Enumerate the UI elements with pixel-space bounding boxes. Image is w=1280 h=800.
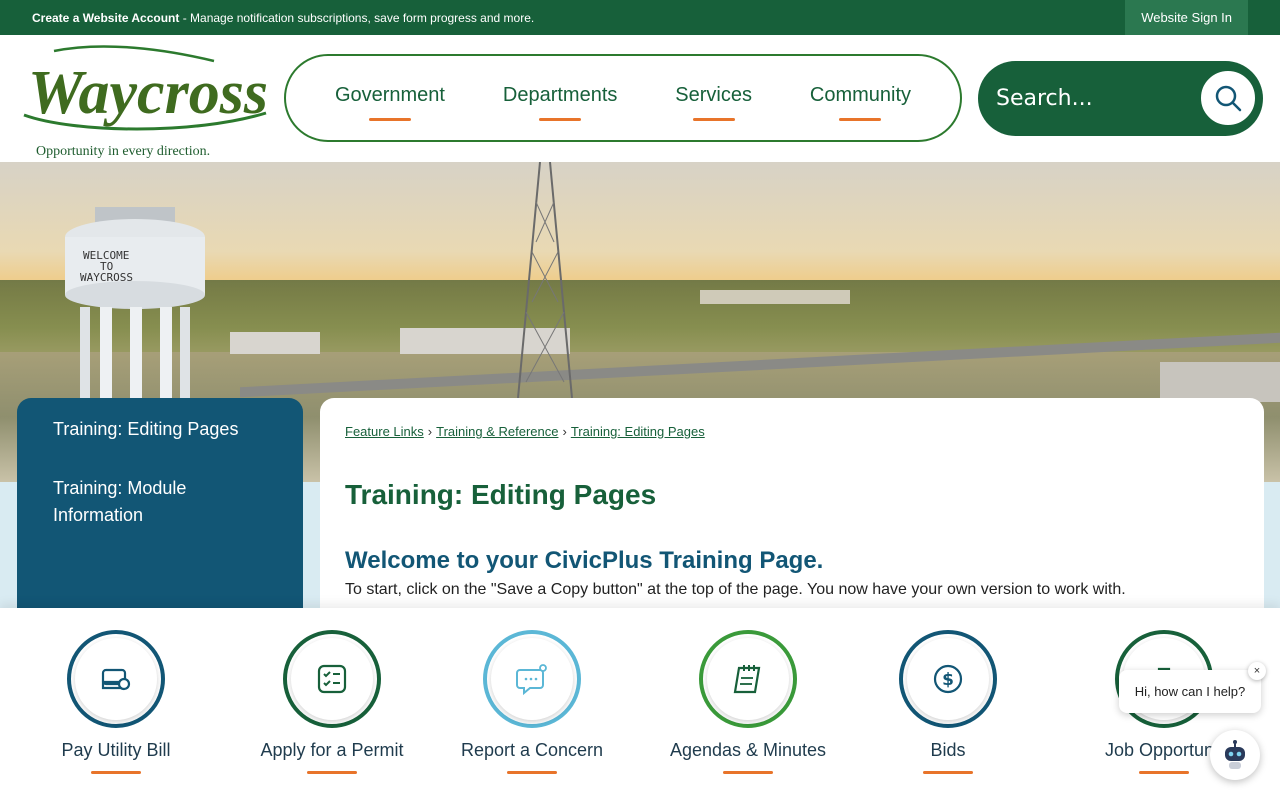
nav-item-departments[interactable]: Departments bbox=[503, 84, 618, 113]
quick-link-report-concern[interactable]: Report a Concern bbox=[452, 630, 612, 774]
quick-link-pay-utility-bill[interactable]: Pay Utility Bill bbox=[48, 630, 184, 774]
quick-link-label: Apply for a Permit bbox=[260, 740, 404, 760]
quick-links-bar: Pay Utility Bill Apply for a Permit Repo… bbox=[0, 608, 1280, 800]
account-message-text: - Manage notification subscriptions, sav… bbox=[179, 11, 535, 25]
quick-link-label: Bids bbox=[930, 740, 966, 760]
logo-name: Waycross bbox=[28, 59, 268, 127]
page-body-text: To start, click on the "Save a Copy butt… bbox=[345, 581, 1126, 598]
site-header: Waycross Opportunity in every direction.… bbox=[0, 35, 1280, 162]
create-account-link[interactable]: Create a Website Account bbox=[32, 11, 179, 25]
quick-link-circle bbox=[483, 630, 581, 728]
quick-link-label: Agendas & Minutes bbox=[669, 740, 827, 760]
quick-link-inner bbox=[291, 638, 373, 720]
breadcrumb-current-page[interactable]: Training: Editing Pages bbox=[571, 424, 705, 439]
svg-text:$: $ bbox=[942, 670, 954, 690]
quick-link-underline bbox=[91, 771, 141, 774]
main-nav: Government Departments Services Communit… bbox=[284, 54, 962, 142]
main-content: Feature Links › Training & Reference › Train… bbox=[320, 398, 1264, 608]
search-icon bbox=[1215, 85, 1242, 112]
hero-building bbox=[1160, 362, 1280, 402]
nav-item-government[interactable]: Government bbox=[335, 84, 445, 113]
website-sign-in-button[interactable]: Website Sign In bbox=[1125, 0, 1248, 35]
hero-building bbox=[700, 290, 850, 304]
hero-building bbox=[230, 332, 320, 354]
quick-link-apply-for-permit[interactable]: Apply for a Permit bbox=[252, 630, 412, 774]
checklist-icon bbox=[317, 664, 347, 694]
chat-close-button[interactable]: × bbox=[1248, 662, 1266, 680]
account-message: Create a Website Account - Manage notifi… bbox=[32, 11, 534, 25]
quick-link-inner bbox=[491, 638, 573, 720]
radio-tower-image bbox=[517, 162, 573, 399]
search-button[interactable] bbox=[1198, 68, 1258, 128]
chatbot-launcher-button[interactable] bbox=[1210, 730, 1260, 780]
quick-link-label: Pay Utility Bill bbox=[61, 740, 171, 760]
quick-link-underline bbox=[923, 771, 973, 774]
quick-link-circle bbox=[699, 630, 797, 728]
search-input[interactable] bbox=[996, 79, 1176, 117]
sidebar-nav: Training: Editing Pages Training: Module… bbox=[17, 398, 303, 608]
dollar-icon: $ bbox=[933, 664, 963, 694]
breadcrumb-separator: › bbox=[562, 424, 567, 439]
quick-link-circle bbox=[283, 630, 381, 728]
page-title: Training: Editing Pages bbox=[345, 479, 657, 510]
breadcrumb: Feature Links › Training & Reference › Train… bbox=[345, 424, 1239, 439]
quick-link-underline bbox=[1139, 771, 1189, 774]
sidebar-item-editing-pages[interactable]: Training: Editing Pages bbox=[53, 416, 267, 443]
notepad-icon bbox=[733, 665, 761, 694]
quick-link-agendas-minutes[interactable]: Agendas & Minutes bbox=[668, 630, 828, 774]
quick-link-inner: $ bbox=[907, 638, 989, 720]
top-bar: Create a Website Account - Manage notifi… bbox=[0, 0, 1280, 35]
quick-link-circle bbox=[67, 630, 165, 728]
chat-bubble-icon bbox=[516, 664, 547, 696]
waycross-logo[interactable]: Waycross Opportunity in every direction. bbox=[14, 43, 274, 159]
wallet-icon bbox=[101, 668, 131, 691]
breadcrumb-training-reference[interactable]: Training & Reference bbox=[436, 424, 558, 439]
tower-text-waycross: WAYCROSS bbox=[80, 271, 133, 284]
chat-prompt-bubble[interactable]: Hi, how can I help? bbox=[1119, 670, 1261, 713]
breadcrumb-separator: › bbox=[427, 424, 433, 439]
quick-link-label: Report a Concern bbox=[460, 740, 604, 760]
quick-link-inner bbox=[707, 638, 789, 720]
quick-link-underline bbox=[723, 771, 773, 774]
quick-link-bids[interactable]: $ Bids bbox=[888, 630, 1008, 774]
logo-tagline: Opportunity in every direction. bbox=[36, 144, 211, 159]
quick-link-circle: $ bbox=[899, 630, 997, 728]
page-subtitle: Welcome to your CivicPlus Training Page. bbox=[345, 547, 824, 574]
nav-item-services[interactable]: Services bbox=[675, 84, 752, 113]
chat-prompt-text: Hi, how can I help? bbox=[1134, 684, 1246, 699]
robot-icon bbox=[1225, 740, 1245, 769]
sidebar-item-module-information[interactable]: Training: Module Information bbox=[53, 475, 267, 529]
quick-link-underline bbox=[507, 771, 557, 774]
quick-link-inner bbox=[75, 638, 157, 720]
search-box bbox=[978, 61, 1263, 136]
breadcrumb-feature-links[interactable]: Feature Links bbox=[345, 424, 424, 439]
nav-item-community[interactable]: Community bbox=[810, 84, 911, 113]
waycross-logo-wordmark: Waycross bbox=[23, 45, 268, 131]
quick-link-underline bbox=[307, 771, 357, 774]
